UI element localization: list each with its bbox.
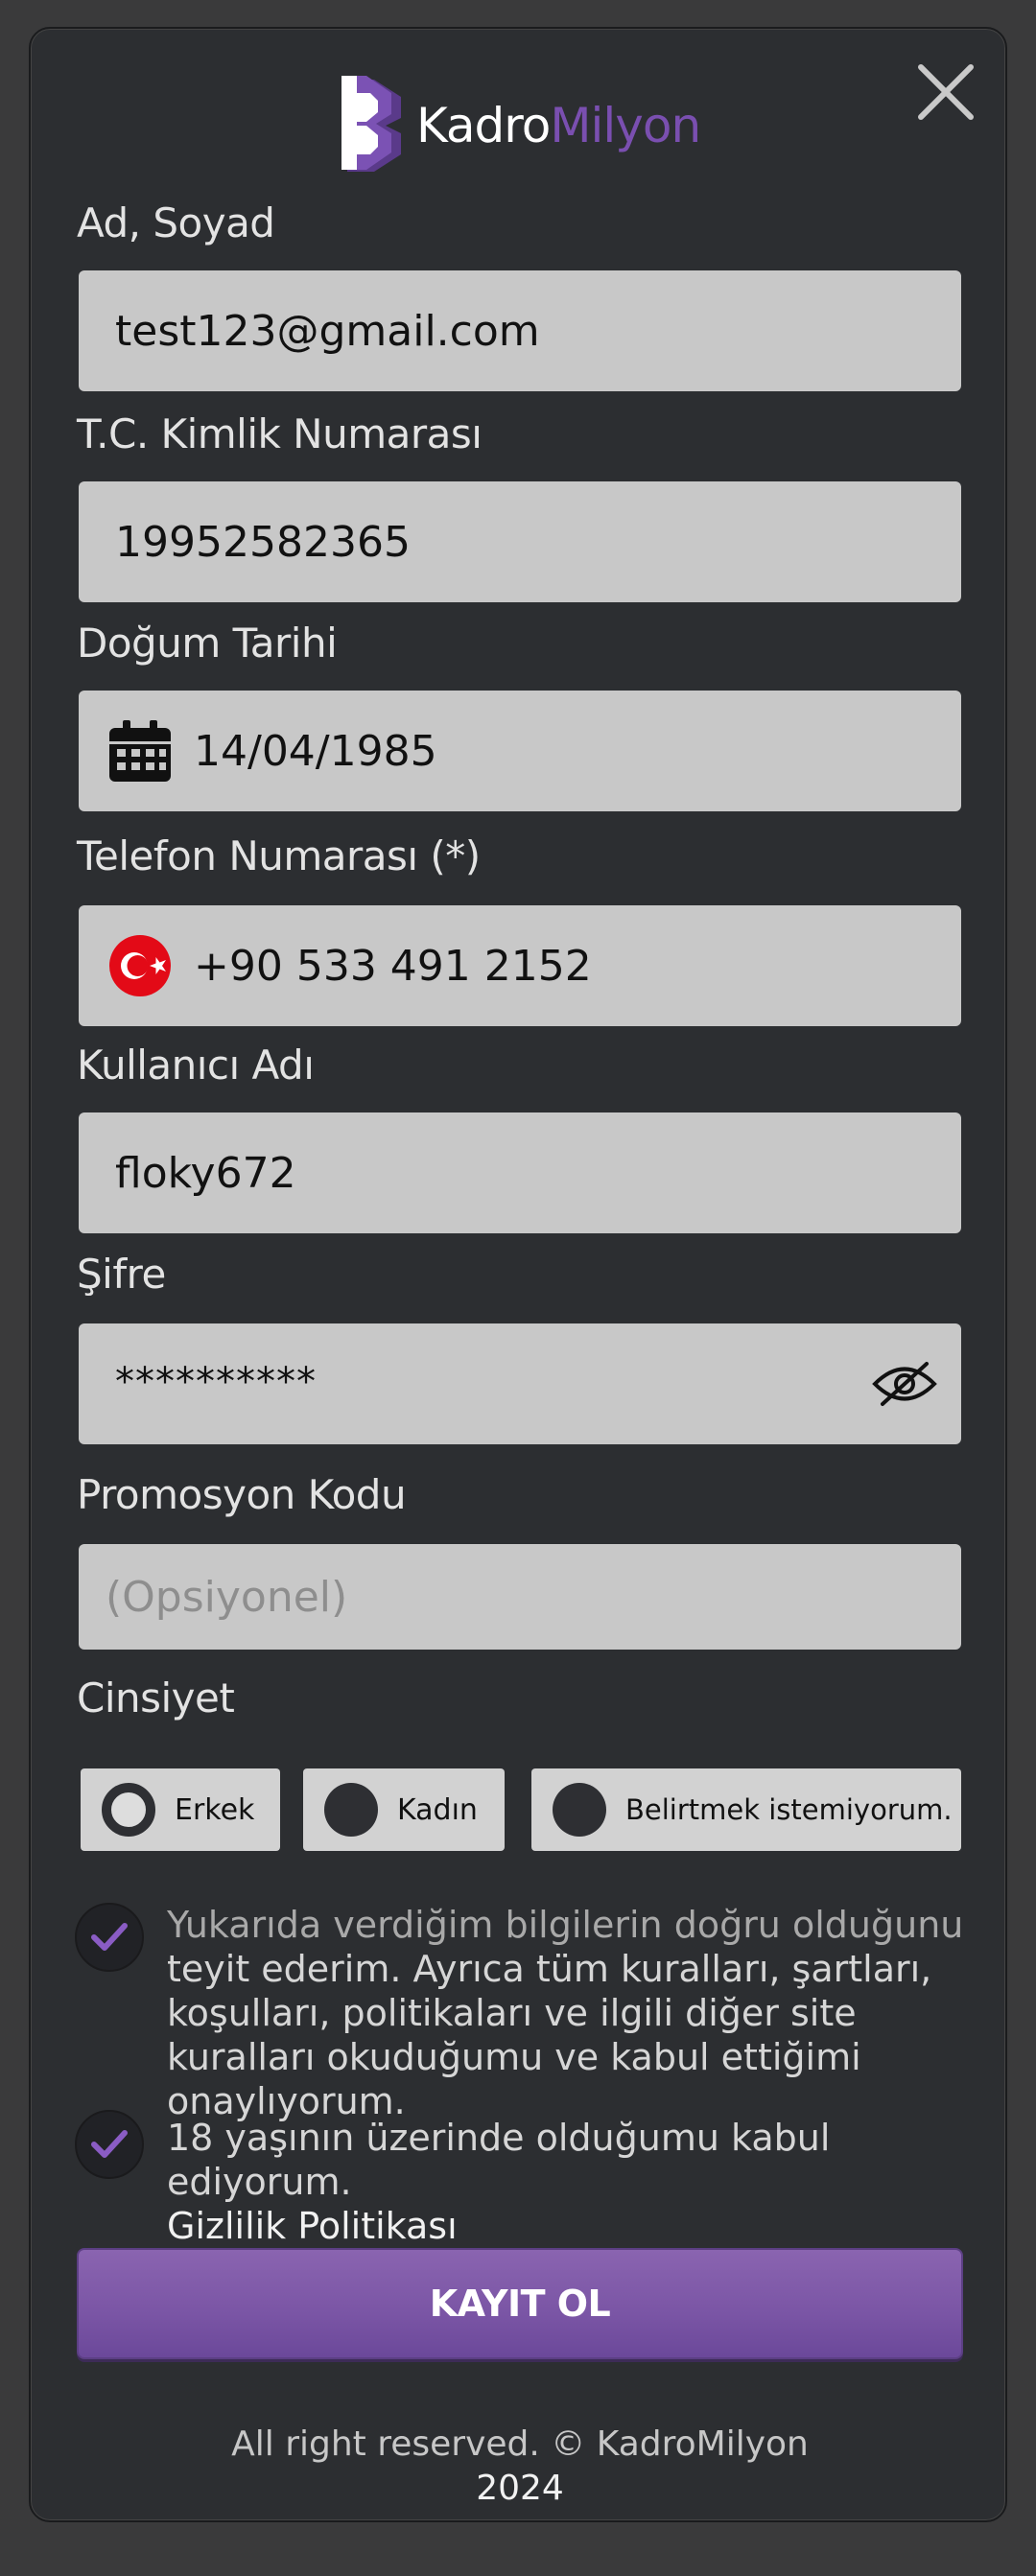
copyright-text: All right reserved. © KadroMilyon (231, 2424, 809, 2464)
gender-option-kadin[interactable]: Kadın (303, 1768, 505, 1851)
password-label: Şifre (77, 1251, 166, 1298)
phone-label: Telefon Numarası (*) (77, 832, 481, 879)
calendar-icon[interactable] (106, 716, 175, 785)
password-field[interactable]: ********** (79, 1323, 961, 1444)
age-checkbox[interactable] (75, 2110, 144, 2179)
gender-option-label: Kadın (397, 1792, 478, 1827)
birthdate-field[interactable]: 14/04/1985 (79, 691, 961, 811)
check-icon (91, 2130, 128, 2158)
check-icon (91, 1923, 128, 1951)
promo-label: Promosyon Kodu (77, 1471, 407, 1518)
birthdate-label: Doğum Tarihi (77, 620, 338, 667)
terms-text-line1: Yukarıda verdiğim bilgilerin doğru olduğ… (167, 1904, 964, 1946)
password-value: ********** (115, 1360, 317, 1404)
name-field[interactable]: test123@gmail.com (79, 270, 961, 391)
radio-unselected-icon (324, 1783, 378, 1837)
promo-placeholder: (Opsiyonel) (106, 1572, 348, 1622)
phone-field[interactable]: +90 533 491 2152 (79, 905, 961, 1026)
username-label: Kullanıcı Adı (77, 1042, 315, 1089)
tc-label: T.C. Kimlik Numarası (77, 410, 483, 457)
turkey-flag-icon[interactable] (106, 931, 175, 1000)
gender-option-label: Belirtmek istemiyorum. (625, 1793, 953, 1826)
name-value: test123@gmail.com (115, 306, 540, 356)
terms-text: Yukarıda verdiğim bilgilerin doğru olduğ… (167, 1903, 1001, 2123)
age-confirmation-text: 18 yaşının üzerinde olduğumu kabul ediyo… (167, 2117, 831, 2203)
eye-off-icon[interactable] (871, 1360, 938, 1408)
tc-field[interactable]: 19952582365 (79, 481, 961, 602)
tc-value: 19952582365 (115, 517, 411, 567)
promo-field[interactable]: (Opsiyonel) (79, 1544, 961, 1650)
privacy-policy-link[interactable]: Gizlilik Politikası (167, 2204, 1001, 2248)
kadromilyon-logo-icon (341, 76, 401, 172)
copyright-year: 2024 (476, 2469, 564, 2508)
registration-modal: KadroMilyon Ad, Soyad test123@gmail.com … (29, 27, 1007, 2522)
brand-logo: KadroMilyon (338, 73, 701, 178)
name-label: Ad, Soyad (77, 199, 275, 246)
username-value: floky672 (115, 1148, 296, 1198)
terms-text-rest: teyit ederim. Ayrıca tüm kuralları, şart… (167, 1948, 932, 2122)
gender-label: Cinsiyet (77, 1674, 235, 1721)
brand-wordmark: KadroMilyon (416, 98, 701, 153)
radio-selected-icon (102, 1783, 155, 1837)
register-button[interactable]: KAYIT OL (77, 2248, 963, 2359)
gender-option-label: Erkek (175, 1792, 255, 1827)
footer: All right reserved. © KadroMilyon 2024 (31, 2423, 1009, 2511)
username-field[interactable]: floky672 (79, 1112, 961, 1233)
close-icon[interactable] (915, 61, 977, 123)
birthdate-value: 14/04/1985 (194, 726, 437, 776)
gender-option-belirtmek[interactable]: Belirtmek istemiyorum. (531, 1768, 961, 1851)
gender-option-erkek[interactable]: Erkek (81, 1768, 280, 1851)
radio-unselected-icon (553, 1783, 606, 1837)
age-text: 18 yaşının üzerinde olduğumu kabul ediyo… (167, 2116, 1001, 2248)
terms-checkbox[interactable] (75, 1903, 144, 1972)
phone-value: +90 533 491 2152 (194, 941, 592, 991)
